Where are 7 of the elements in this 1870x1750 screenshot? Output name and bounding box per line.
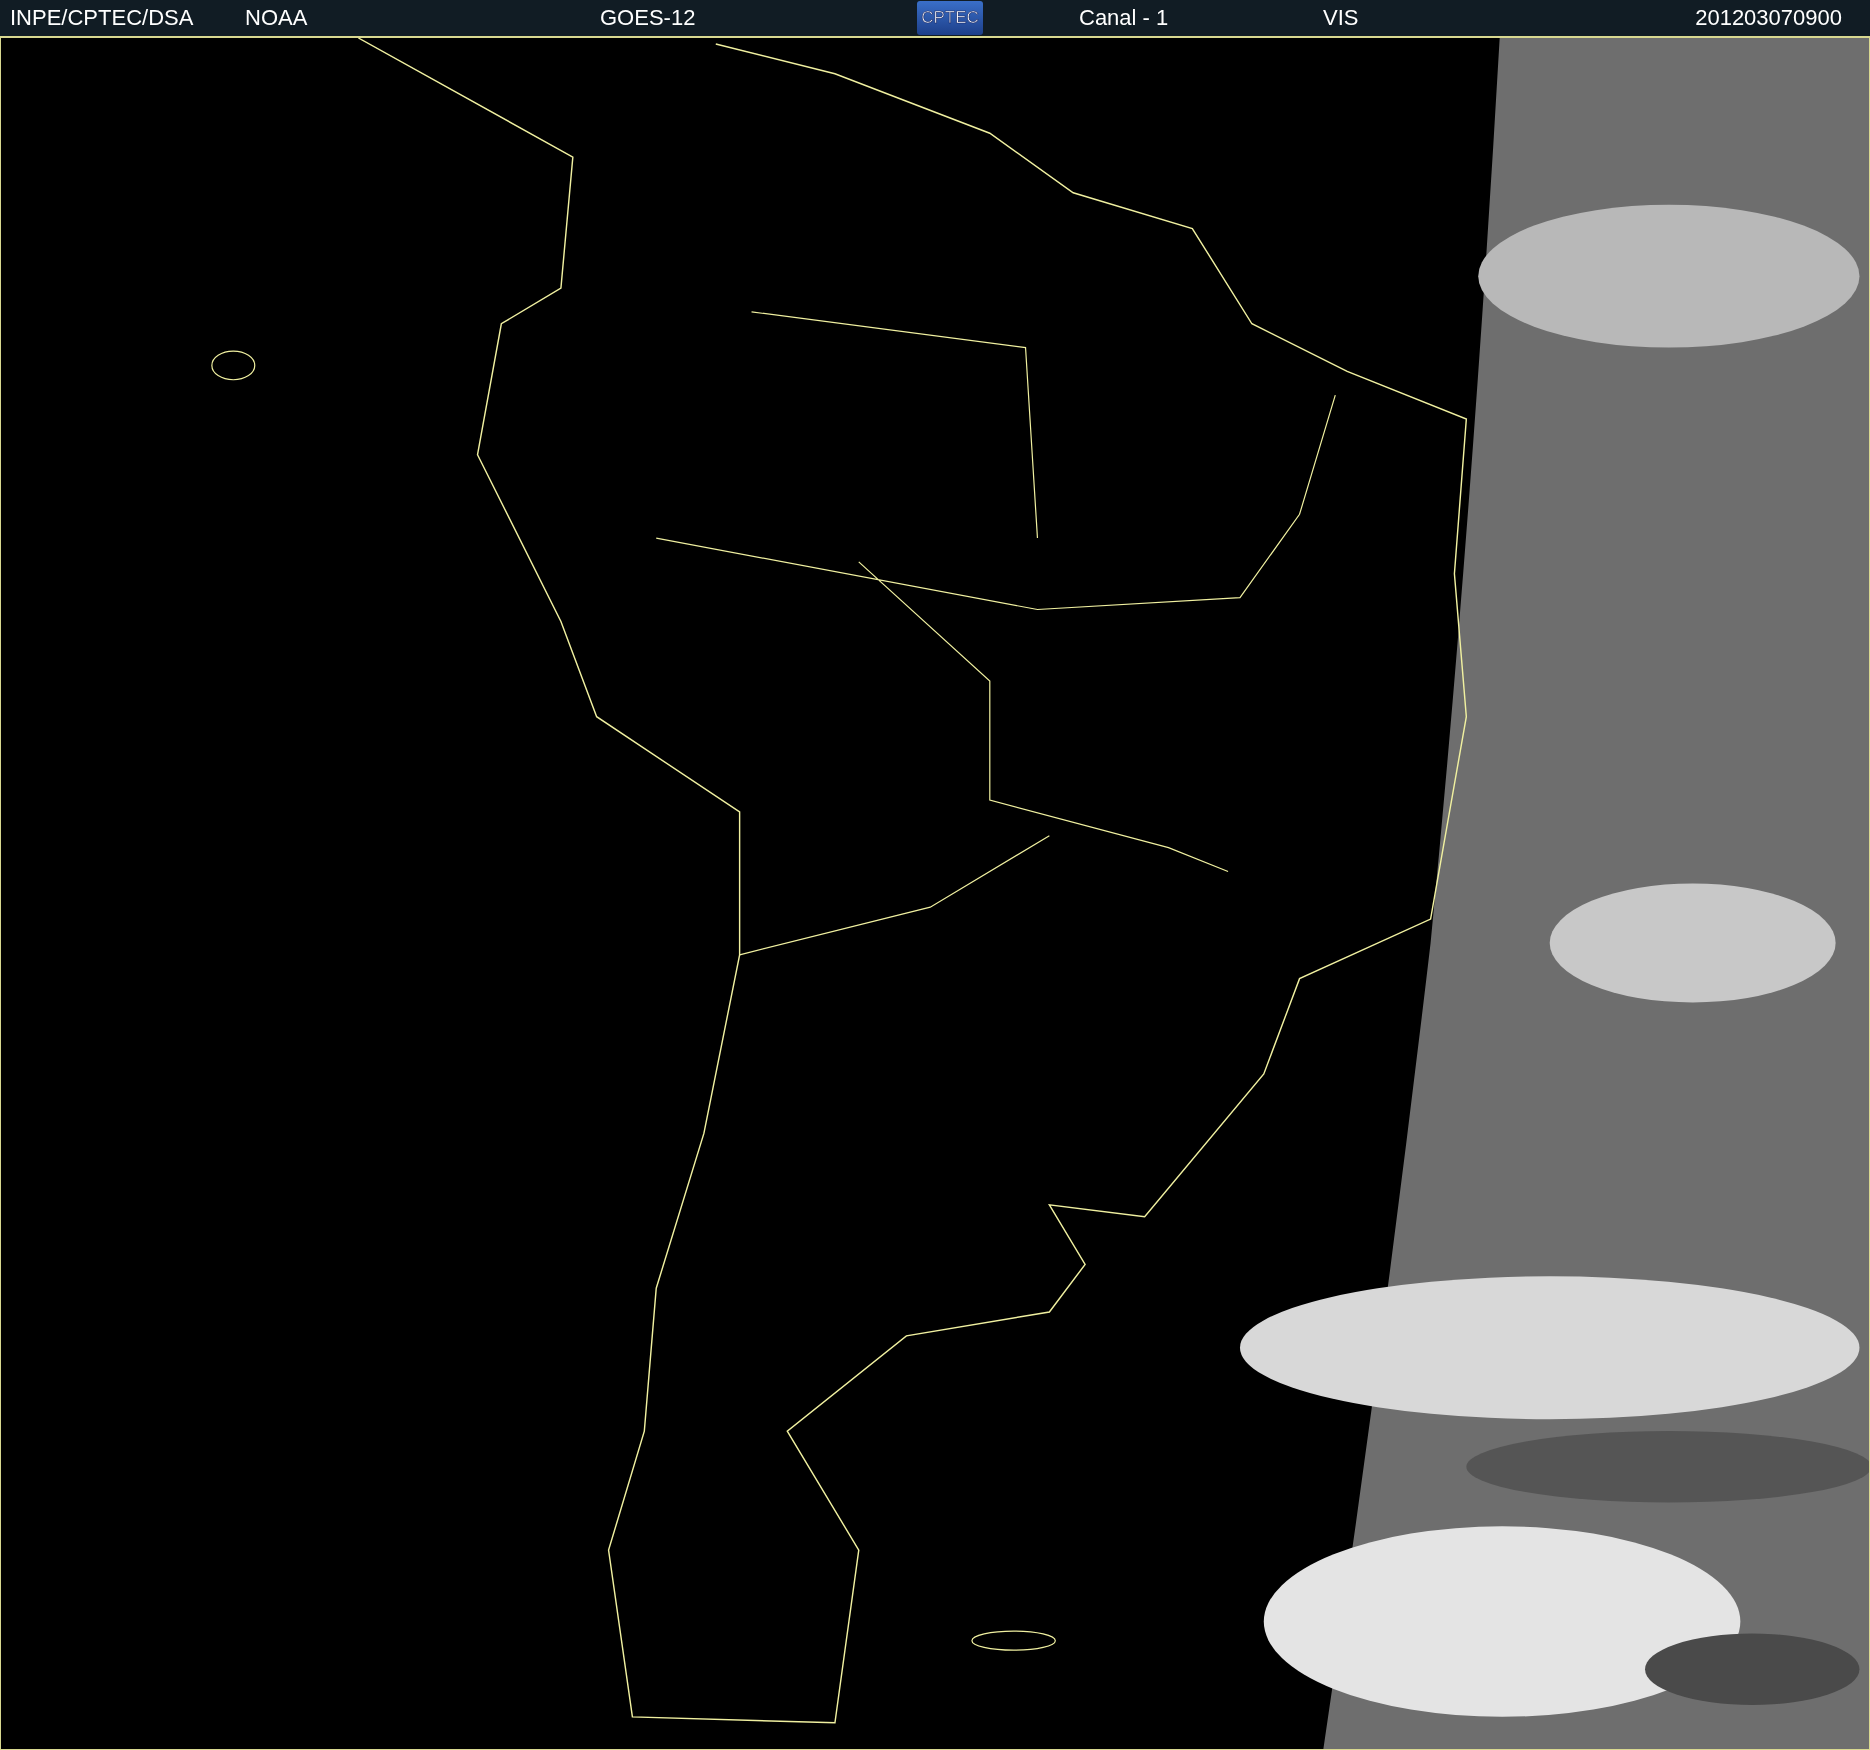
operator-label: NOAA [245, 5, 309, 31]
logo: CPTEC [917, 1, 983, 35]
timestamp-label: 201203070900 [1695, 5, 1842, 31]
channel-label: Canal - 1 [1079, 5, 1170, 31]
agency-label: INPE/CPTEC/DSA [10, 5, 195, 31]
satellite-label: GOES-12 [600, 5, 697, 31]
band-label: VIS [1323, 5, 1360, 31]
